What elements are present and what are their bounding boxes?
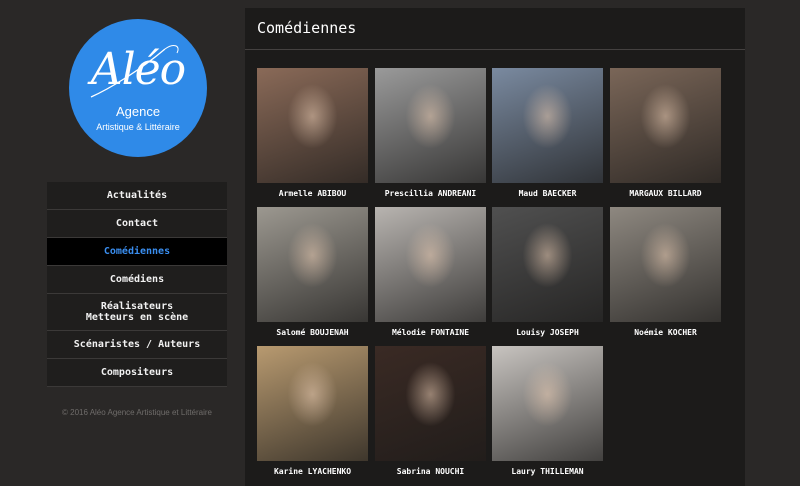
actress-photo[interactable] — [492, 346, 603, 461]
content-panel: Comédiennes Armelle ABIBOU Prescillia AND… — [245, 8, 745, 486]
actress-name[interactable]: Mélodie FONTAINE — [375, 328, 486, 338]
actress-name[interactable]: MARGAUX BILLARD — [610, 189, 721, 199]
actress-card[interactable]: Laury THILLEMAN — [492, 346, 603, 477]
copyright-text: © 2016 Aléo Agence Artistique et Littéra… — [62, 408, 212, 417]
nav-item-label: Metteurs en scène — [85, 312, 189, 323]
nav-item-1[interactable]: Actualités — [47, 182, 227, 210]
actress-name[interactable]: Sabrina NOUCHI — [375, 467, 486, 477]
nav-item-label: Réalisateurs — [100, 301, 174, 312]
actress-photo[interactable] — [610, 207, 721, 322]
actress-card[interactable]: Mélodie FONTAINE — [375, 207, 486, 338]
logo-script-text: Aléo — [90, 44, 186, 95]
logo-subtitle-text: Artistique & Littéraire — [96, 122, 180, 132]
actress-card[interactable]: Armelle ABIBOU — [257, 68, 368, 199]
nav-item-label: Contact — [115, 218, 159, 229]
actress-photo[interactable] — [257, 346, 368, 461]
nav-item-6[interactable]: Scénaristes / Auteurs — [47, 331, 227, 359]
actress-name[interactable]: Laury THILLEMAN — [492, 467, 603, 477]
actress-photo[interactable] — [610, 68, 721, 183]
actress-card[interactable]: Noémie KOCHER — [610, 207, 721, 338]
nav-item-4[interactable]: Comédiens — [47, 266, 227, 294]
nav-item-2[interactable]: Contact — [47, 210, 227, 238]
main-navigation: Actualités Contact Comédiennes Comédiens Réa… — [47, 182, 227, 387]
nav-item-5[interactable]: Réalisateurs Metteurs en scène — [47, 294, 227, 331]
actress-card[interactable]: Sabrina NOUCHI — [375, 346, 486, 477]
actress-photo[interactable] — [257, 68, 368, 183]
actress-photo[interactable] — [375, 68, 486, 183]
actress-card[interactable]: Salomé BOUJENAH — [257, 207, 368, 338]
nav-item-label: Comédiennes — [103, 246, 171, 257]
actress-name[interactable]: Louisy JOSEPH — [492, 328, 603, 338]
actress-card[interactable]: Karine LYACHENKO — [257, 346, 368, 477]
actress-name[interactable]: Karine LYACHENKO — [257, 467, 368, 477]
actress-name[interactable]: Maud BAECKER — [492, 189, 603, 199]
logo-agency-text: Agence — [115, 104, 161, 119]
actress-name[interactable]: Noémie KOCHER — [610, 328, 721, 338]
actress-photo[interactable] — [492, 68, 603, 183]
nav-item-7[interactable]: Compositeurs — [47, 359, 227, 387]
actress-name[interactable]: Prescillia ANDREANI — [375, 189, 486, 199]
actress-card[interactable]: Maud BAECKER — [492, 68, 603, 199]
actress-name[interactable]: Armelle ABIBOU — [257, 189, 368, 199]
actress-name[interactable]: Salomé BOUJENAH — [257, 328, 368, 338]
actress-photo[interactable] — [492, 207, 603, 322]
nav-item-label: Scénaristes / Auteurs — [73, 339, 201, 350]
page-title: Comédiennes — [245, 8, 745, 50]
actress-card[interactable]: Prescillia ANDREANI — [375, 68, 486, 199]
actress-photo[interactable] — [375, 207, 486, 322]
nav-item-label: Actualités — [106, 190, 168, 201]
nav-item-label: Comédiens — [109, 274, 165, 285]
nav-item-3[interactable]: Comédiennes — [47, 238, 227, 266]
actress-photo[interactable] — [257, 207, 368, 322]
actress-card[interactable]: Louisy JOSEPH — [492, 207, 603, 338]
nav-item-label: Compositeurs — [100, 367, 174, 378]
agency-logo[interactable]: Aléo Agence Artistique & Littéraire — [69, 19, 207, 157]
actress-photo[interactable] — [375, 346, 486, 461]
actress-card[interactable]: MARGAUX BILLARD — [610, 68, 721, 199]
